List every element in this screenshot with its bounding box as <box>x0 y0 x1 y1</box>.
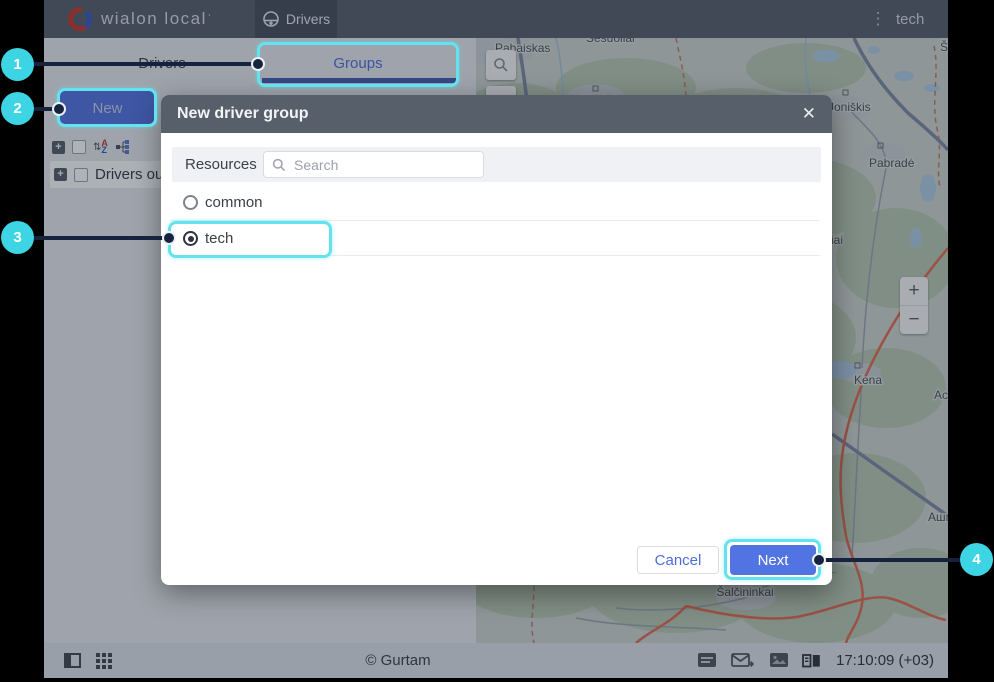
map-label: Joniškis <box>828 100 871 114</box>
map-label: Ac <box>934 388 948 402</box>
callout-dot-2 <box>52 102 66 116</box>
expand-row-icon[interactable]: + <box>54 168 67 181</box>
callout-badge-3: 3 <box>1 221 34 254</box>
list-toolbar: + A ⇅ Z <box>52 136 131 158</box>
highlight-ring-groups <box>257 42 459 87</box>
search-input[interactable] <box>292 155 475 174</box>
highlight-ring-new <box>57 88 157 127</box>
screenshot-root: wialon localˋ Drivers ⋮ tech Drivers Gro… <box>0 0 994 682</box>
resources-label: Resources <box>185 156 257 173</box>
highlight-ring-next <box>724 539 821 580</box>
messages-icon[interactable] <box>731 643 754 678</box>
toggle-panel-icon[interactable] <box>64 643 82 678</box>
close-icon[interactable]: ✕ <box>802 104 816 124</box>
kebab-menu-icon[interactable]: ⋮ <box>866 0 890 38</box>
new-driver-group-dialog: New driver group ✕ Resources common tech… <box>161 95 832 585</box>
driver-icon <box>263 11 279 27</box>
map-label: iai <box>831 233 843 247</box>
search-icon <box>272 158 286 171</box>
option-label: common <box>205 193 263 211</box>
top-bar: wialon local ˋ Drivers ⋮ tech <box>44 0 948 38</box>
resource-search <box>263 151 484 178</box>
callout-badge-4: 4 <box>960 543 993 576</box>
reports-icon[interactable] <box>698 643 718 678</box>
map-label: Ашм <box>928 510 948 524</box>
row-label: Drivers out <box>95 166 168 183</box>
dialog-title: New driver group <box>177 105 309 122</box>
gallery-icon[interactable] <box>770 643 789 678</box>
callout-dot-1 <box>251 57 265 71</box>
callout-line-4 <box>819 558 961 562</box>
callout-line-3 <box>33 236 170 240</box>
copyright: © Gurtam <box>365 652 431 669</box>
expand-all-icon[interactable]: + <box>52 140 65 154</box>
map-label: Šešuoliai <box>586 38 635 45</box>
app-tab-label: Drivers <box>285 11 331 27</box>
map-zoom-control: + − <box>900 277 928 334</box>
callout-line-1 <box>33 62 259 66</box>
user-menu[interactable]: tech <box>896 0 924 38</box>
map-label: Kena <box>854 373 882 387</box>
zoom-in-button[interactable]: + <box>900 277 928 305</box>
sort-az-icon[interactable]: A ⇅ Z <box>93 139 108 155</box>
clock: 17:10:09 (+03) <box>836 652 934 669</box>
map-search-button[interactable] <box>486 50 516 80</box>
resource-option-common[interactable]: common <box>161 183 832 221</box>
radio-unselected[interactable] <box>183 194 198 210</box>
logo-text: wialon local ˋ <box>101 9 213 28</box>
map-label: Šv <box>940 39 948 54</box>
search-icon <box>494 58 508 72</box>
select-all-checkbox[interactable] <box>72 140 86 154</box>
apps-grid-icon[interactable] <box>96 643 112 678</box>
wialon-logo-icon <box>68 7 92 31</box>
tab-drivers-app[interactable]: Drivers <box>255 0 337 38</box>
map-label: Šalčininkai <box>716 584 773 599</box>
map-label: Pabradė <box>869 156 915 170</box>
row-checkbox[interactable] <box>74 167 88 182</box>
layout-split-icon[interactable] <box>802 643 821 678</box>
bottom-bar: © Gurtam 17:10:09 (+03) <box>44 643 948 678</box>
group-tree-icon[interactable] <box>115 139 131 155</box>
highlight-ring-tech <box>168 221 332 258</box>
resources-row: Resources <box>172 147 821 182</box>
zoom-out-button[interactable]: − <box>900 306 928 334</box>
dialog-header: New driver group ✕ <box>161 95 832 133</box>
callout-dot-4 <box>812 553 826 567</box>
callout-badge-1: 1 <box>1 48 34 81</box>
callout-dot-3 <box>162 231 176 245</box>
cancel-button[interactable]: Cancel <box>637 546 719 574</box>
callout-badge-2: 2 <box>1 92 34 125</box>
